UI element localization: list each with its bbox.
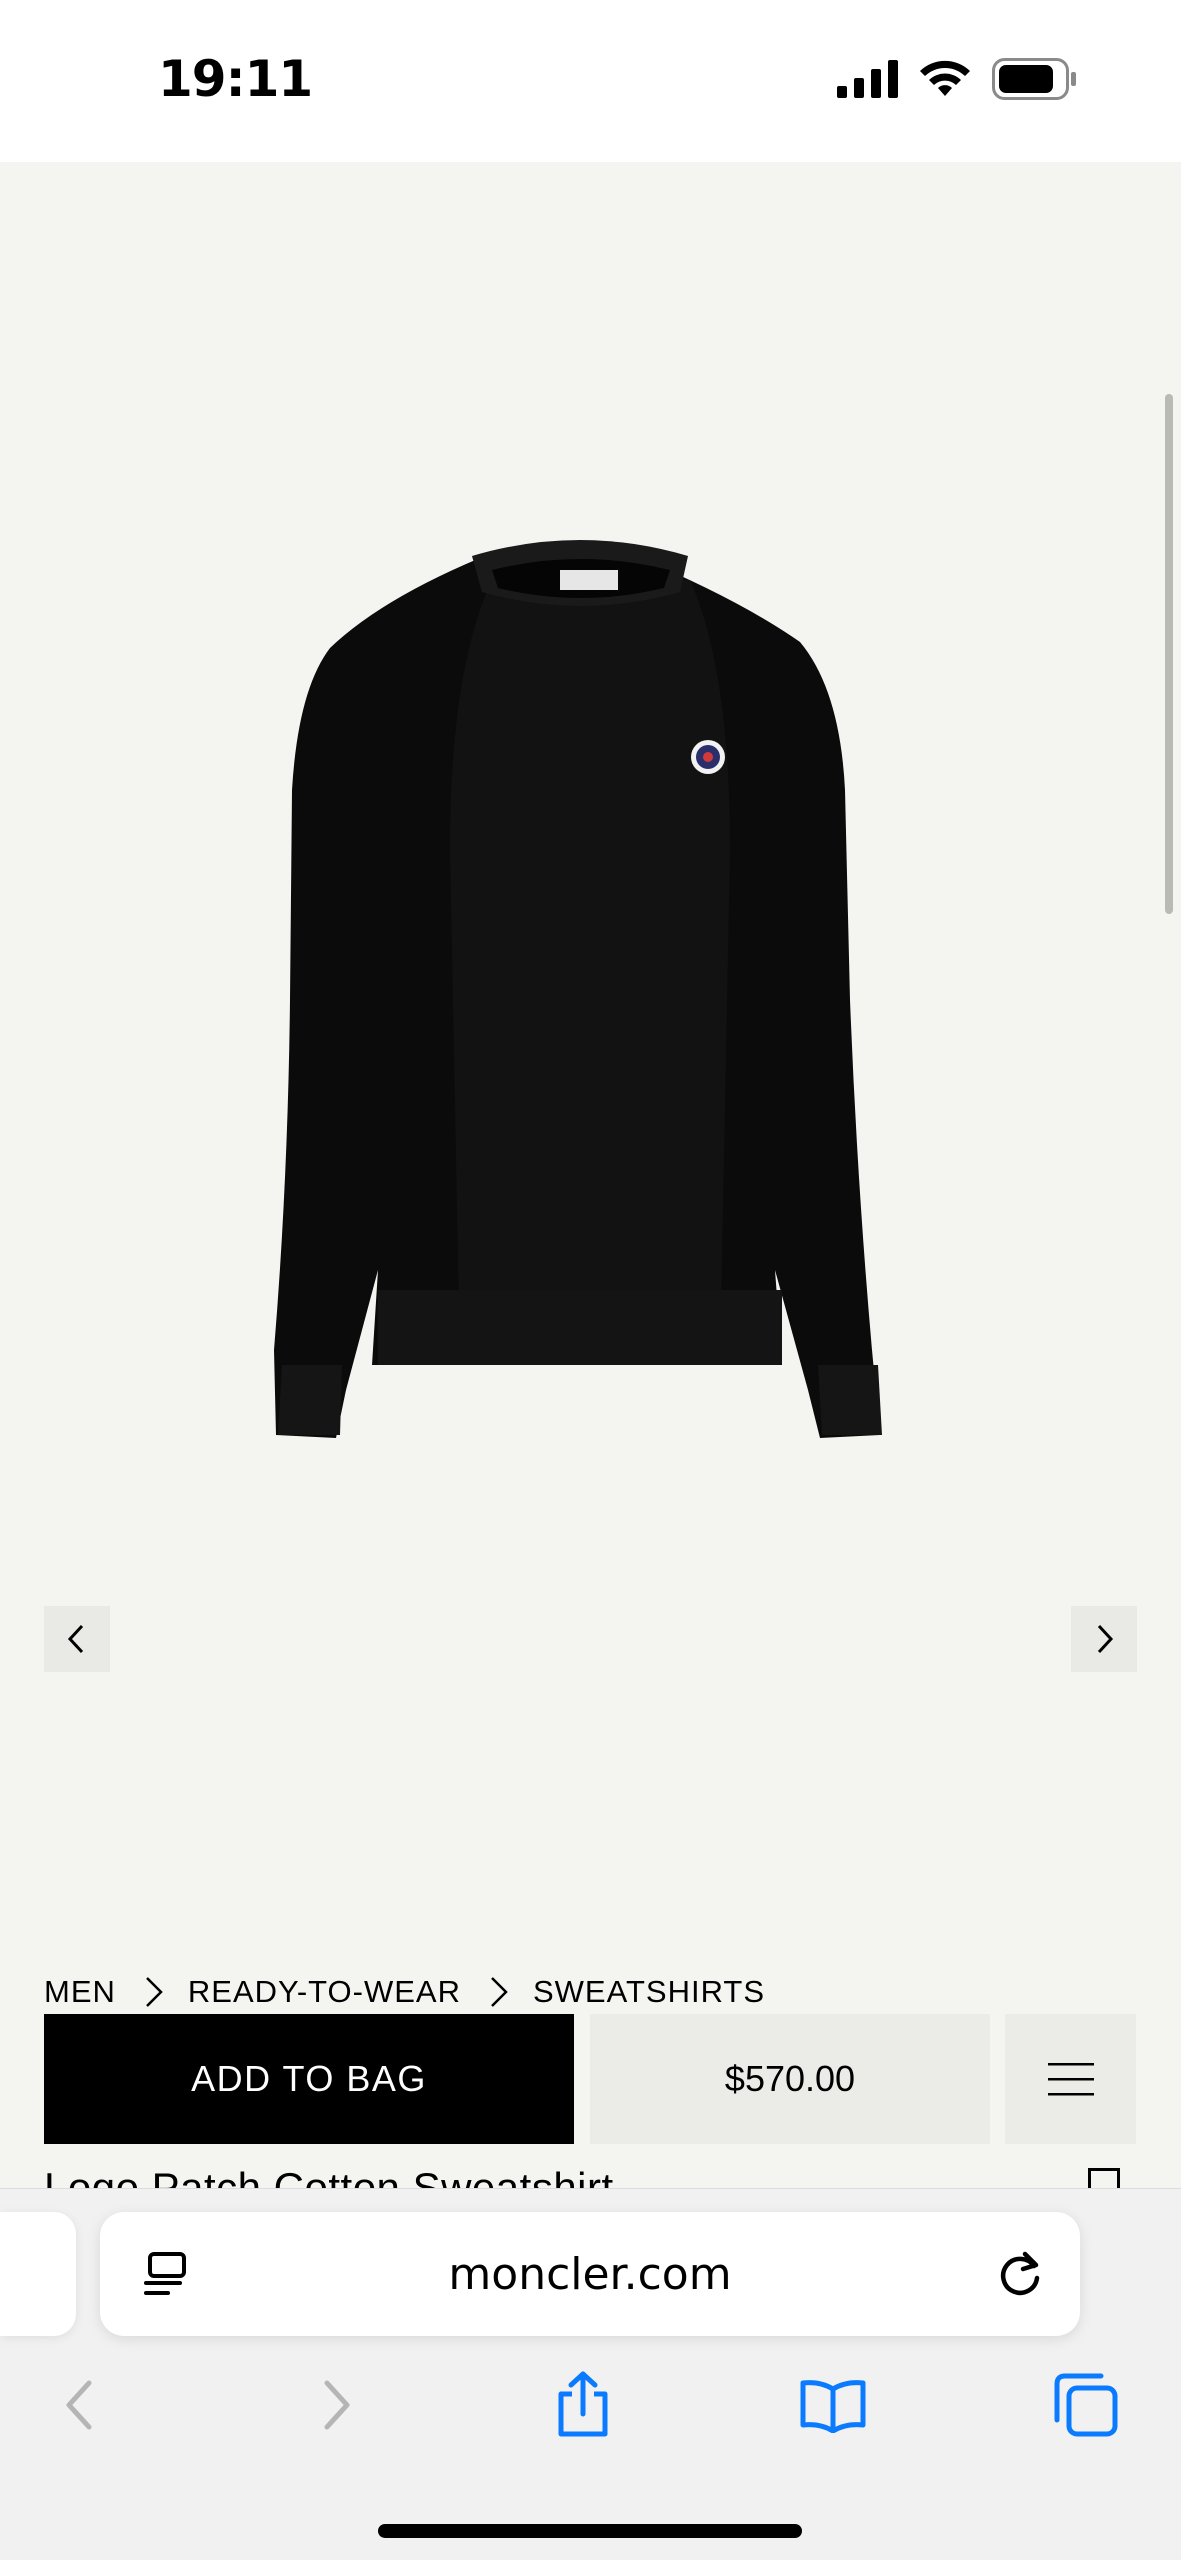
forward-button[interactable]	[302, 2370, 372, 2440]
next-image-button[interactable]	[1071, 1606, 1137, 1672]
home-indicator[interactable]	[378, 2524, 802, 2538]
back-button[interactable]	[44, 2370, 114, 2440]
wishlist-icon[interactable]	[1088, 2168, 1120, 2190]
cellular-signal-icon	[837, 60, 898, 98]
chevron-right-icon	[146, 1977, 163, 2007]
price: $570.00	[590, 2014, 990, 2144]
add-to-bag-button[interactable]: ADD TO BAG	[44, 2014, 574, 2144]
previous-tab[interactable]	[0, 2212, 76, 2336]
chevron-right-icon	[1097, 1624, 1114, 1654]
breadcrumb-ready-to-wear[interactable]: READY-TO-WEAR	[188, 1974, 461, 2010]
previous-image-button[interactable]	[44, 1606, 110, 1672]
breadcrumb-men[interactable]: MEN	[44, 1974, 116, 2010]
menu-button[interactable]	[1005, 2014, 1136, 2144]
product-title: Logo Patch Cotton Sweatshirt	[44, 2164, 614, 2190]
reload-icon[interactable]	[994, 2248, 1046, 2300]
breadcrumb-sweatshirts[interactable]: SWEATSHIRTS	[533, 1974, 765, 2010]
address-bar[interactable]: moncler.com	[100, 2212, 1080, 2336]
battery-icon	[992, 58, 1076, 100]
url-text[interactable]: moncler.com	[100, 2212, 1080, 2336]
wifi-icon	[920, 60, 970, 96]
status-time: 19:11	[158, 50, 313, 108]
chevron-right-icon	[491, 1977, 508, 2007]
tabs-icon	[1054, 2373, 1118, 2437]
sweatshirt-image	[274, 540, 882, 1438]
bookmarks-button[interactable]	[798, 2370, 868, 2440]
share-icon	[558, 2371, 608, 2437]
bookmarks-icon	[800, 2380, 866, 2433]
tabs-button[interactable]	[1051, 2370, 1121, 2440]
status-bar: 19:11	[0, 0, 1181, 162]
breadcrumb: MEN READY-TO-WEAR SWEATSHIRTS	[44, 1972, 765, 2012]
scrollbar[interactable]	[1165, 394, 1173, 914]
share-button[interactable]	[548, 2370, 618, 2440]
hamburger-menu-icon	[1047, 2063, 1094, 2096]
chevron-left-icon	[67, 1624, 84, 1654]
back-icon	[66, 2380, 92, 2430]
forward-icon	[324, 2380, 350, 2430]
